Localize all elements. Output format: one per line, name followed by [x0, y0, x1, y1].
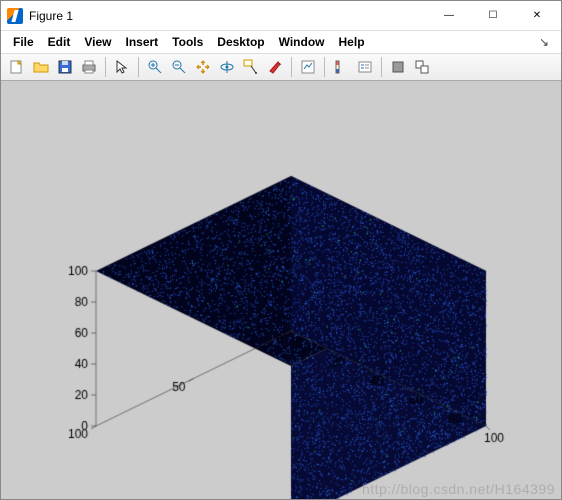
- close-button[interactable]: ✕: [515, 2, 559, 30]
- axes-canvas: [1, 81, 561, 499]
- pointer-icon[interactable]: [110, 56, 134, 78]
- window-title: Figure 1: [29, 9, 427, 23]
- save-icon[interactable]: [53, 56, 77, 78]
- matlab-app-icon: [7, 8, 23, 24]
- menu-view[interactable]: View: [78, 33, 117, 51]
- menu-file[interactable]: File: [7, 33, 40, 51]
- hide-tools-icon[interactable]: [386, 56, 410, 78]
- maximize-button[interactable]: ☐: [471, 2, 515, 30]
- toolbar-separator: [138, 57, 139, 77]
- data-cursor-icon[interactable]: [239, 56, 263, 78]
- menu-window[interactable]: Window: [273, 33, 331, 51]
- menu-help[interactable]: Help: [333, 33, 371, 51]
- open-file-icon[interactable]: [29, 56, 53, 78]
- zoom-in-icon[interactable]: [143, 56, 167, 78]
- watermark-text: http://blog.csdn.net/H164399: [362, 481, 555, 497]
- menu-insert[interactable]: Insert: [119, 33, 164, 51]
- title-bar: Figure 1 — ☐ ✕: [1, 1, 561, 31]
- colorbar-icon[interactable]: [329, 56, 353, 78]
- zoom-out-icon[interactable]: [167, 56, 191, 78]
- menu-edit[interactable]: Edit: [42, 33, 77, 51]
- toolbar-separator: [291, 57, 292, 77]
- pan-icon[interactable]: [191, 56, 215, 78]
- axes-3d[interactable]: http://blog.csdn.net/H164399: [1, 81, 561, 499]
- legend-icon[interactable]: [353, 56, 377, 78]
- menu-desktop[interactable]: Desktop: [211, 33, 270, 51]
- minimize-button[interactable]: —: [427, 2, 471, 30]
- show-tools-icon[interactable]: [410, 56, 434, 78]
- rotate-3d-icon[interactable]: [215, 56, 239, 78]
- link-plot-icon[interactable]: [296, 56, 320, 78]
- toolbar-separator: [324, 57, 325, 77]
- toolbar-separator: [105, 57, 106, 77]
- toolbar-separator: [381, 57, 382, 77]
- print-icon[interactable]: [77, 56, 101, 78]
- menu-bar: File Edit View Insert Tools Desktop Wind…: [1, 31, 561, 53]
- menu-tools[interactable]: Tools: [166, 33, 209, 51]
- figure-toolbar: [1, 53, 561, 81]
- dock-corner-icon[interactable]: ↘: [533, 33, 555, 51]
- new-figure-icon[interactable]: [5, 56, 29, 78]
- brush-icon[interactable]: [263, 56, 287, 78]
